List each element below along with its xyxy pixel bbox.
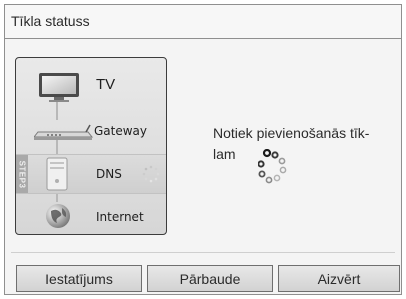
divider xyxy=(11,252,395,253)
server-icon xyxy=(46,157,68,196)
title-bar: Tīkla statuss xyxy=(5,5,401,39)
network-status-panel: TV Gateway STEP3 DNS Internet xyxy=(15,57,167,235)
dns-label: DNS xyxy=(96,167,122,181)
message-text: Notiek pievienošanās tīk- lam xyxy=(213,125,370,162)
internet-row: Internet xyxy=(16,198,166,234)
dns-row: STEP3 DNS xyxy=(16,154,166,194)
internet-label: Internet xyxy=(96,210,144,224)
gateway-row: Gateway xyxy=(16,116,166,146)
settings-button[interactable]: Iestatījums xyxy=(16,265,142,292)
gateway-label: Gateway xyxy=(94,124,148,138)
step-indicator: STEP3 xyxy=(16,155,28,193)
tv-icon xyxy=(38,70,80,109)
router-icon xyxy=(32,124,94,147)
globe-icon xyxy=(44,202,72,234)
loading-spinner-icon xyxy=(142,165,160,188)
tv-label: TV xyxy=(96,76,116,93)
check-button[interactable]: Pārbaude xyxy=(147,265,273,292)
close-button[interactable]: Aizvērt xyxy=(278,265,400,292)
dialog-title: Tīkla statuss xyxy=(11,13,90,29)
network-status-dialog: Tīkla statuss TV Gateway STEP3 DNS Inter… xyxy=(4,4,402,295)
loading-spinner-icon xyxy=(257,148,288,190)
connecting-message: Notiek pievienošanās tīk- lam xyxy=(213,123,393,165)
tv-row: TV xyxy=(16,66,166,106)
